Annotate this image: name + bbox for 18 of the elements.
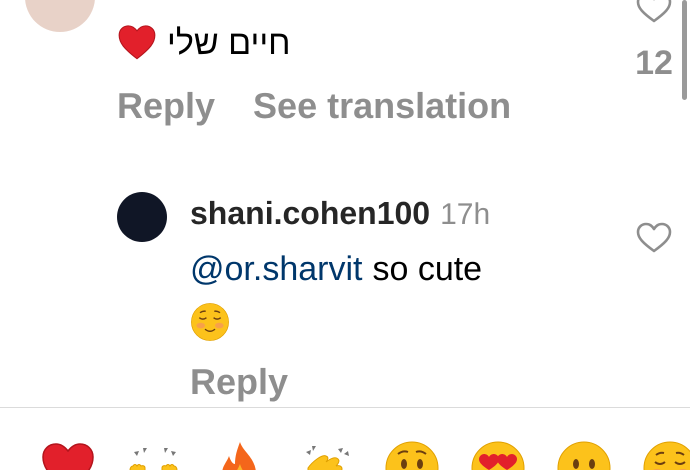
like-heart-icon[interactable]	[636, 222, 672, 254]
mention-link[interactable]: @or.sharvit	[190, 248, 362, 290]
neutral-face-icon[interactable]	[556, 440, 612, 470]
reply-button[interactable]: Reply	[117, 86, 216, 126]
translation-button[interactable]: See translation	[253, 86, 512, 126]
avatar-picture[interactable]	[117, 192, 167, 242]
like-heart-icon[interactable]	[636, 0, 672, 24]
smiling-face-icon[interactable]	[642, 440, 690, 470]
scrollbar[interactable]	[682, 0, 687, 100]
comment-time: 17h	[440, 197, 490, 233]
surprised-face-icon[interactable]	[384, 440, 440, 470]
comment-text: so cute	[372, 249, 482, 290]
username[interactable]: shani.cohen100	[190, 192, 430, 234]
like-count: 12	[635, 44, 673, 83]
comment-text: חיים שלי	[167, 23, 291, 64]
smiling-face-icon	[190, 302, 230, 342]
heart-eyes-face-icon[interactable]	[470, 440, 526, 470]
reply-button[interactable]: Reply	[190, 362, 288, 402]
